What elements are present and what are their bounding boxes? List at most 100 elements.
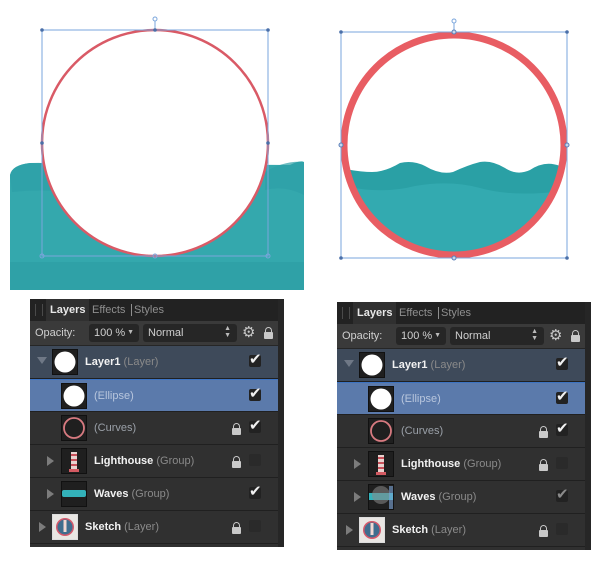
layer-row[interactable]: Layer1 (Layer) [30,346,278,379]
layer-name: Lighthouse (Group) [94,445,194,477]
layer-row[interactable]: Layer1 (Layer) [337,349,585,382]
panel-grip-handle[interactable] [35,304,43,316]
blend-mode-select[interactable]: Normal ▲ ▼ [143,324,237,342]
layer-row[interactable]: Waves (Group) [30,478,278,511]
visibility-checkbox[interactable] [249,520,261,532]
layer-options-bar: Opacity: 100 % ▼ Normal ▲ ▼ ⚙ [337,324,585,349]
layer-type: (Ellipse) [401,393,441,405]
tab-effects[interactable]: Effects [92,299,125,321]
gear-icon[interactable]: ⚙ [242,325,257,340]
tab-layers[interactable]: Layers [46,299,90,321]
layer-row[interactable]: Waves (Group) [337,481,585,514]
layer-name-text: Waves [401,491,436,503]
waves-bottom-shade [10,262,304,290]
lock-icon[interactable] [232,522,241,534]
panel-tab-bar: Layers Effects Styles [30,299,278,321]
ellipse-shape[interactable] [40,28,270,258]
layer-row[interactable]: (Ellipse) [337,382,585,415]
layer-row[interactable]: Lighthouse (Group) [30,445,278,478]
collapse-triangle-icon[interactable] [346,525,353,535]
layer-type: (Group) [156,455,195,467]
visibility-checkbox[interactable] [556,457,568,469]
layer-name: Waves (Group) [401,481,476,513]
blend-mode-value: Normal [455,330,491,342]
layer-type: (Layer) [430,359,466,371]
gear-icon[interactable]: ⚙ [549,328,564,343]
visibility-checkbox[interactable] [249,416,262,434]
layer-row[interactable]: (Curves) [30,412,278,445]
opacity-label: Opacity: [35,327,76,339]
lock-icon[interactable] [232,456,241,468]
tab-styles[interactable]: Styles [441,302,471,324]
layer-name: Sketch (Layer) [85,511,159,543]
layer-type: (Group) [463,458,502,470]
visibility-checkbox[interactable] [249,384,262,402]
canvas-after[interactable] [320,0,600,295]
opacity-dropdown[interactable]: 100 % ▼ [396,327,446,345]
rotation-handle[interactable] [451,18,457,24]
visibility-checkbox[interactable] [556,523,568,535]
layer-row[interactable]: (Ellipse) [30,379,278,412]
expand-triangle-icon[interactable] [37,357,47,364]
layer-name-text: Layer1 [85,356,121,368]
panel-grip-handle[interactable] [342,307,350,319]
tab-layers[interactable]: Layers [353,302,397,324]
layer-thumbnail [61,383,87,409]
layer-name: Lighthouse (Group) [401,448,501,480]
layer-row[interactable]: Sketch (Layer) [30,511,278,544]
rotation-handle[interactable] [152,16,158,22]
layer-row[interactable]: (Curves) [337,415,585,448]
layer-thumbnail [61,415,87,441]
lock-icon[interactable] [539,426,548,438]
expand-triangle-icon[interactable] [344,360,354,367]
layer-name-text: Layer1 [392,359,428,371]
collapse-triangle-icon[interactable] [47,489,54,499]
blend-mode-value: Normal [148,327,184,339]
collapse-triangle-icon[interactable] [39,522,46,532]
layer-thumbnail [52,349,78,375]
layer-name: Sketch (Layer) [392,514,466,546]
layer-thumbnail [61,481,87,507]
tab-styles[interactable]: Styles [134,299,164,321]
layer-thumbnail [359,517,385,543]
tab-divider [438,307,439,319]
layer-name-text: Waves [94,488,129,500]
collapse-triangle-icon[interactable] [354,459,361,469]
layer-name-text: Lighthouse [401,458,461,470]
layer-options-bar: Opacity: 100 % ▼ Normal ▲ ▼ ⚙ [30,321,278,346]
layer-thumbnail [368,451,394,477]
blend-mode-select[interactable]: Normal ▲ ▼ [450,327,544,345]
tab-divider [131,304,132,316]
chevron-down-icon: ▼ [434,332,441,339]
visibility-checkbox[interactable] [249,454,261,466]
visibility-checkbox[interactable] [556,419,569,437]
layer-thumbnail [368,418,394,444]
lock-icon[interactable] [264,327,273,339]
layer-type: (Ellipse) [94,390,134,402]
layer-thumbnail [368,484,394,510]
lock-icon[interactable] [539,525,548,537]
layer-type: (Group) [438,491,477,503]
layer-row[interactable]: Sketch (Layer) [337,514,585,547]
layer-type: (Curves) [401,425,444,437]
collapse-triangle-icon[interactable] [47,456,54,466]
visibility-checkbox[interactable] [249,350,262,368]
lock-icon[interactable] [571,330,580,342]
canvas-before[interactable] [0,0,310,295]
collapse-triangle-icon[interactable] [354,492,361,502]
lock-icon[interactable] [232,423,241,435]
layer-name: Layer1 (Layer) [85,346,158,378]
layers-panel-before: Layers Effects Styles Opacity: 100 % ▼ N… [30,299,284,547]
opacity-dropdown[interactable]: 100 % ▼ [89,324,139,342]
visibility-checkbox[interactable] [556,353,569,371]
layer-thumbnail [359,352,385,378]
visibility-checkbox[interactable] [556,387,569,405]
visibility-checkbox[interactable] [556,485,569,503]
tab-effects[interactable]: Effects [399,302,432,324]
layer-name-text: Sketch [392,524,429,536]
lock-icon[interactable] [539,459,548,471]
chevron-down-icon: ▼ [127,329,134,336]
visibility-checkbox[interactable] [249,482,262,500]
layer-row[interactable]: Lighthouse (Group) [337,448,585,481]
updown-arrows-icon: ▲ ▼ [531,328,538,342]
